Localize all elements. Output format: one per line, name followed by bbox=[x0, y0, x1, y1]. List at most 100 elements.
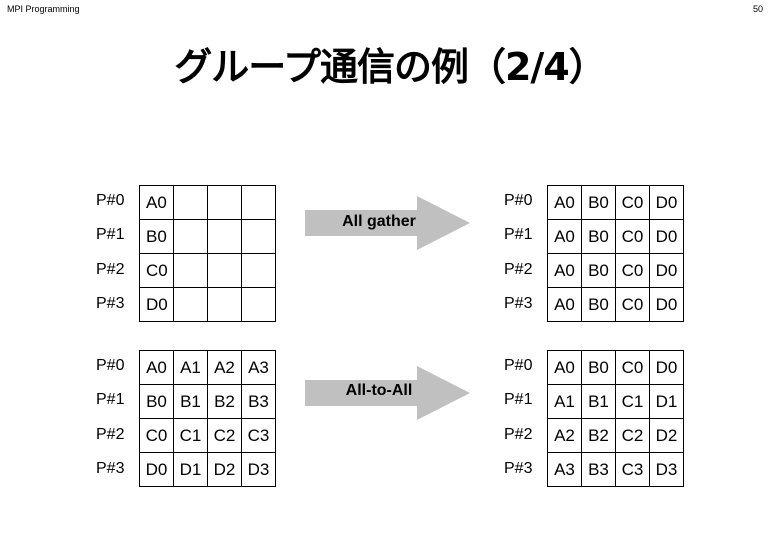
buffer-cell: B0 bbox=[581, 287, 616, 322]
buffer-cell: A0 bbox=[139, 185, 174, 220]
buffer-cell: B3 bbox=[241, 384, 276, 419]
buffer-cell: D1 bbox=[649, 384, 684, 419]
buffer-cell: D0 bbox=[649, 185, 684, 220]
operation-label: All gather bbox=[342, 213, 416, 230]
process-label: P#0 bbox=[504, 357, 533, 374]
buffer-cell: A0 bbox=[547, 185, 582, 220]
operation-label: All-to-All bbox=[345, 382, 413, 399]
buffer-cell bbox=[207, 287, 242, 322]
buffer-cell bbox=[173, 219, 208, 254]
buffer-cell: B0 bbox=[581, 185, 616, 220]
buffer-cell: D0 bbox=[649, 287, 684, 322]
buffer-cell: A0 bbox=[547, 253, 582, 288]
buffer-cell: C0 bbox=[615, 350, 650, 385]
buffer-cell: C0 bbox=[615, 185, 650, 220]
grid-row: A0 bbox=[139, 185, 276, 220]
process-label: P#3 bbox=[96, 459, 125, 477]
buffer-cell: A0 bbox=[547, 350, 582, 385]
after-buffer-grid: A0 B0 C0 D0 A0 B0 C0 D0 A0 B0 C0 D0 A0 B0 C0 D0 bbox=[547, 185, 684, 322]
buffer-cell: B0 bbox=[139, 219, 174, 254]
buffer-cell: D2 bbox=[649, 418, 684, 453]
grid-row: A0 B0 C0 D0 bbox=[547, 185, 684, 220]
buffer-cell: D0 bbox=[649, 253, 684, 288]
buffer-cell: A1 bbox=[173, 350, 208, 385]
buffer-cell bbox=[241, 253, 276, 288]
grid-row: A3 B3 C3 D3 bbox=[547, 452, 684, 487]
buffer-cell: C2 bbox=[207, 418, 242, 453]
grid-row: A0 B0 C0 D0 bbox=[547, 350, 684, 385]
process-label: P#0 bbox=[504, 192, 533, 209]
grid-row: D0 D1 D2 D3 bbox=[139, 452, 276, 487]
buffer-cell: A0 bbox=[547, 287, 582, 322]
buffer-cell: C0 bbox=[139, 418, 174, 453]
grid-row: A0 B0 C0 D0 bbox=[547, 287, 684, 322]
buffer-cell bbox=[207, 185, 242, 220]
buffer-cell: D0 bbox=[649, 350, 684, 385]
buffer-cell: B3 bbox=[581, 452, 616, 487]
buffer-cell: C3 bbox=[615, 452, 650, 487]
buffer-cell bbox=[173, 287, 208, 322]
buffer-cell: C3 bbox=[241, 418, 276, 453]
buffer-cell: B2 bbox=[207, 384, 242, 419]
grid-row: A0 A1 A2 A3 bbox=[139, 350, 276, 385]
buffer-cell: A0 bbox=[139, 350, 174, 385]
process-label: P#3 bbox=[96, 294, 125, 312]
buffer-cell: D0 bbox=[649, 219, 684, 254]
buffer-cell: D0 bbox=[139, 287, 174, 322]
buffer-cell: D1 bbox=[173, 452, 208, 487]
page-number: 50 bbox=[752, 4, 763, 14]
grid-row: B0 B1 B2 B3 bbox=[139, 384, 276, 419]
process-label: P#0 bbox=[96, 357, 125, 374]
buffer-cell: C1 bbox=[615, 384, 650, 419]
buffer-cell bbox=[207, 253, 242, 288]
grid-row: C0 bbox=[139, 253, 276, 288]
process-label: P#1 bbox=[96, 226, 125, 244]
buffer-cell: A3 bbox=[241, 350, 276, 385]
process-label: P#2 bbox=[96, 260, 125, 278]
process-label: P#2 bbox=[504, 425, 533, 443]
buffer-cell: C2 bbox=[615, 418, 650, 453]
before-buffer-grid: A0 A1 A2 A3 B0 B1 B2 B3 C0 C1 C2 C3 D0 D1 D2 D3 bbox=[139, 350, 276, 487]
before-buffer-grid: A0 B0 C0 D0 bbox=[139, 185, 276, 322]
buffer-cell bbox=[241, 287, 276, 322]
process-label: P#3 bbox=[504, 294, 533, 312]
process-label: P#1 bbox=[504, 226, 533, 244]
process-label: P#0 bbox=[96, 192, 125, 209]
buffer-cell: D2 bbox=[207, 452, 242, 487]
grid-row: A0 B0 C0 D0 bbox=[547, 253, 684, 288]
buffer-cell: D3 bbox=[241, 452, 276, 487]
buffer-cell: A3 bbox=[547, 452, 582, 487]
buffer-cell: B2 bbox=[581, 418, 616, 453]
grid-row: A0 B0 C0 D0 bbox=[547, 219, 684, 254]
buffer-cell bbox=[207, 219, 242, 254]
process-label: P#2 bbox=[96, 425, 125, 443]
buffer-cell bbox=[241, 185, 276, 220]
after-buffer-grid: A0 B0 C0 D0 A1 B1 C1 D1 A2 B2 C2 D2 A3 B3 C3 D3 bbox=[547, 350, 684, 487]
buffer-cell bbox=[173, 185, 208, 220]
slide-title: グループ通信の例（2/4） bbox=[174, 45, 606, 89]
process-label: P#2 bbox=[504, 260, 533, 278]
buffer-cell: D0 bbox=[139, 452, 174, 487]
buffer-cell: C1 bbox=[173, 418, 208, 453]
buffer-cell: B1 bbox=[173, 384, 208, 419]
buffer-cell: C0 bbox=[615, 219, 650, 254]
buffer-cell: B0 bbox=[581, 253, 616, 288]
buffer-cell: B1 bbox=[581, 384, 616, 419]
buffer-cell: B0 bbox=[139, 384, 174, 419]
buffer-cell: A0 bbox=[547, 219, 582, 254]
buffer-cell: A2 bbox=[207, 350, 242, 385]
buffer-cell: A2 bbox=[547, 418, 582, 453]
grid-row: A2 B2 C2 D2 bbox=[547, 418, 684, 453]
buffer-cell: C0 bbox=[139, 253, 174, 288]
buffer-cell bbox=[241, 219, 276, 254]
buffer-cell: B0 bbox=[581, 219, 616, 254]
buffer-cell: C0 bbox=[615, 253, 650, 288]
process-label: P#1 bbox=[504, 391, 533, 409]
buffer-cell: D3 bbox=[649, 452, 684, 487]
grid-row: D0 bbox=[139, 287, 276, 322]
course-header: MPI Programming bbox=[7, 4, 80, 14]
grid-row: A1 B1 C1 D1 bbox=[547, 384, 684, 419]
buffer-cell bbox=[173, 253, 208, 288]
grid-row: B0 bbox=[139, 219, 276, 254]
buffer-cell: C0 bbox=[615, 287, 650, 322]
